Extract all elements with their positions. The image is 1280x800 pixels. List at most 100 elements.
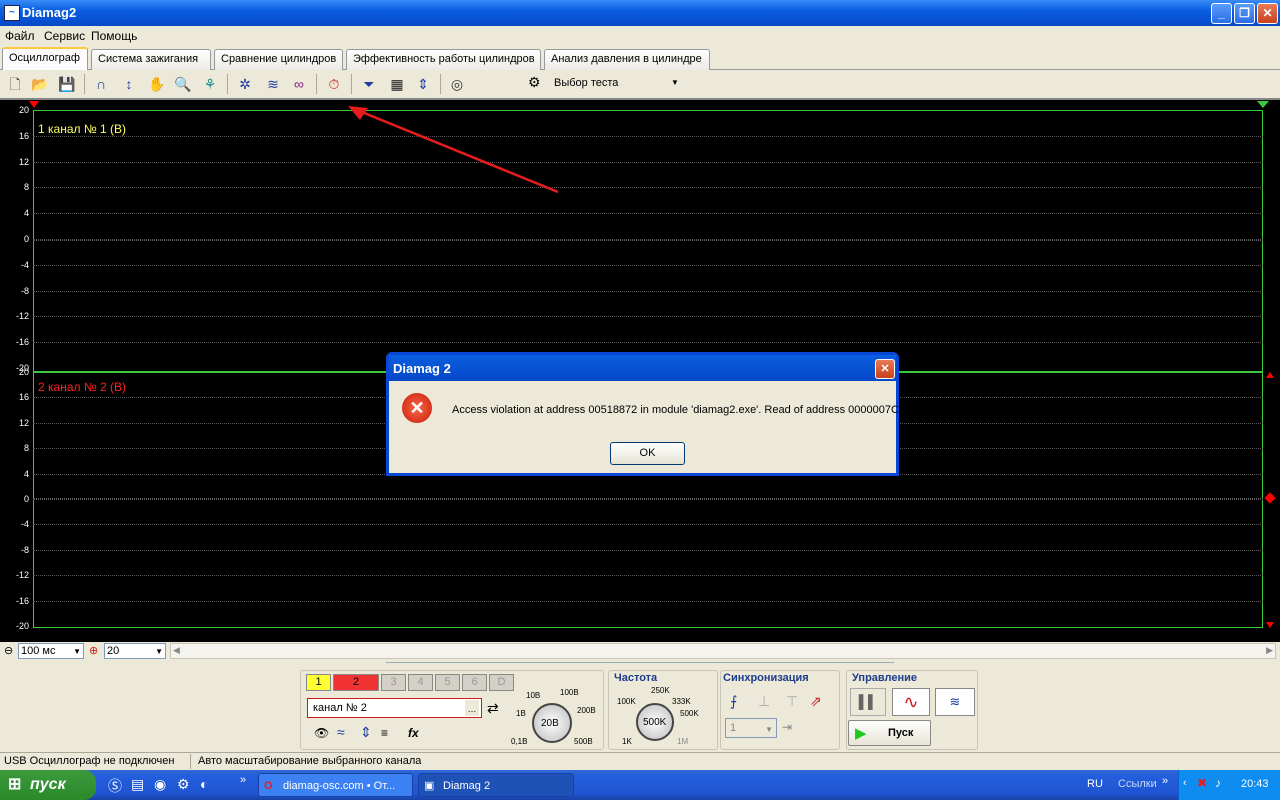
single-wave-button[interactable]: ∿	[892, 688, 930, 716]
function-icon[interactable]: fx	[408, 726, 419, 740]
measure-curve-icon[interactable]: ∩	[90, 73, 112, 95]
y-tick-label: 0	[23, 234, 29, 244]
menu-file[interactable]: Файл	[5, 29, 35, 43]
tab-oscilloscope[interactable]: Осциллограф	[2, 47, 88, 71]
rising-edge-icon[interactable]: ⨍	[730, 693, 737, 710]
y-tick-label: -8	[20, 285, 29, 296]
zero-line-1	[33, 240, 1263, 241]
start-button[interactable]: ▶ Пуск	[848, 720, 931, 746]
vertical-scale-icon[interactable]: ↕	[118, 73, 140, 95]
start-button-os[interactable]: ⊞ пуск	[0, 770, 96, 800]
eye-icon[interactable]: 👁	[314, 726, 329, 740]
ellipsis-icon[interactable]: …	[465, 700, 479, 716]
zoom-icon[interactable]: 🔍	[172, 73, 194, 95]
waves-icon[interactable]: ≋	[262, 73, 284, 95]
maximize-button[interactable]: ❐	[1234, 3, 1255, 24]
dialog-close-button[interactable]: ✕	[875, 359, 895, 379]
multi-wave-button[interactable]: ≋	[935, 688, 975, 716]
dashed-lines-icon[interactable]: ≡	[381, 726, 388, 740]
test-select[interactable]: ⚙ Выбор теста ▼	[528, 73, 685, 95]
auto-icon[interactable]: ◎	[446, 73, 468, 95]
time-base-select[interactable]: 100 мс ▼	[18, 643, 84, 659]
menu-bar: Файл Сервис Помощь	[0, 26, 1280, 46]
tab-cylinder-compare[interactable]: Сравнение цилиндров	[214, 49, 343, 70]
pause-button[interactable]: ▌▌	[850, 688, 886, 716]
scroll-right-icon[interactable]: ▶	[1266, 645, 1273, 656]
edge-down-icon[interactable]: ⊤	[786, 693, 798, 710]
zoom-out-icon[interactable]: ⊖	[4, 644, 13, 657]
updown-icon[interactable]: ⇕	[360, 724, 372, 741]
freq-label-1k: 1K	[622, 737, 632, 746]
menu-help[interactable]: Помощь	[91, 29, 137, 43]
channel-link-icon[interactable]: ⇄	[487, 700, 499, 717]
ok-button[interactable]: OK	[610, 442, 685, 465]
zoom-in-icon[interactable]: ⊕	[89, 644, 98, 657]
tray-expand-icon[interactable]: ‹	[1183, 777, 1187, 789]
links-more-icon[interactable]: »	[1162, 775, 1168, 787]
signal-tree-icon[interactable]: ⚘	[199, 73, 221, 95]
open-folder-icon[interactable]: 📂	[29, 73, 51, 95]
auto-scale-icon[interactable]: ⏱	[323, 73, 345, 95]
network-icon[interactable]: ✖	[1197, 776, 1207, 790]
channel-button-1[interactable]: 1	[306, 674, 331, 691]
panel-splitter[interactable]	[386, 662, 894, 668]
channel2-top-marker[interactable]	[1266, 372, 1274, 378]
edge-up-icon[interactable]: ⊥	[758, 693, 770, 710]
y-tick-label: 20	[18, 367, 29, 377]
language-indicator[interactable]: RU	[1087, 778, 1103, 790]
horizontal-scrollbar[interactable]: ◀ ▶	[170, 643, 1276, 659]
sync-arrows-icon[interactable]: ⇥	[782, 720, 792, 734]
channel-button-5[interactable]: 5	[435, 674, 460, 691]
filter-icon[interactable]: ⏷	[358, 73, 380, 95]
volume-icon[interactable]: ♪	[1215, 776, 1221, 790]
save-icon[interactable]: 💾	[56, 73, 78, 95]
volt-label-200v: 200В	[577, 706, 596, 715]
signal-noise-icon[interactable]: ≈	[337, 724, 345, 740]
y-tick-label: 4	[23, 208, 29, 219]
volt-label-01v: 0,1В	[511, 737, 528, 746]
channel-button-3[interactable]: 3	[381, 674, 406, 691]
channel-button-6[interactable]: 6	[462, 674, 487, 691]
right-marker[interactable]	[1257, 101, 1269, 108]
y-tick-label: -20	[15, 621, 29, 631]
cursor-icon[interactable]: ✲	[234, 73, 256, 95]
task-diamag[interactable]: ▣ Diamag 2	[418, 773, 574, 797]
quicklaunch-browser-icon[interactable]: ◐	[200, 776, 208, 792]
quicklaunch-firefox-icon[interactable]: ◉	[154, 776, 166, 793]
channel2-bottom-marker[interactable]	[1266, 622, 1274, 628]
channel-select[interactable]: канал № 2 …	[307, 698, 482, 718]
quicklaunch-skype-icon[interactable]: Ⓢ	[108, 776, 122, 796]
split-icon[interactable]: ⇕	[412, 73, 434, 95]
tab-pressure-analysis[interactable]: Анализ давления в цилиндре	[544, 49, 710, 70]
channel-button-4[interactable]: 4	[408, 674, 433, 691]
new-file-icon[interactable]: 🗋	[4, 73, 26, 95]
hand-pan-icon[interactable]: ✋	[146, 73, 168, 95]
task-opera[interactable]: O diamag-osc.com • От...	[258, 773, 413, 797]
sync-cursor-icon[interactable]: ⇗	[810, 693, 822, 710]
sync-channel-select[interactable]: 1 ▼	[725, 718, 777, 738]
left-marker[interactable]	[29, 101, 39, 108]
quicklaunch-settings-icon[interactable]: ⚙	[177, 776, 190, 793]
menu-service[interactable]: Сервис	[44, 29, 85, 43]
channel2-zero-marker[interactable]	[1264, 492, 1276, 504]
annotation-arrow	[348, 106, 559, 194]
tab-cylinder-efficiency[interactable]: Эффективность работы цилиндров	[346, 49, 541, 70]
close-button[interactable]: ✕	[1257, 3, 1278, 24]
tab-ignition[interactable]: Система зажигания	[91, 49, 211, 70]
grid-line	[33, 575, 1263, 577]
channel-button-d[interactable]: D	[489, 674, 514, 691]
zoom-select[interactable]: 20 ▼	[104, 643, 166, 659]
quicklaunch-doc-icon[interactable]: ▤	[131, 776, 144, 793]
channel-button-2[interactable]: 2	[333, 674, 379, 691]
zoom-value: 20	[107, 645, 120, 657]
scroll-left-icon[interactable]: ◀	[173, 645, 180, 656]
grid-icon[interactable]: ▦	[386, 73, 408, 95]
links-toolbar[interactable]: Ссылки	[1118, 778, 1157, 790]
y-tick-label: 0	[23, 494, 29, 504]
minimize-button[interactable]: _	[1211, 3, 1232, 24]
overlay-waves-icon[interactable]: ∞	[288, 73, 310, 95]
y-tick-label: -16	[15, 337, 29, 348]
quicklaunch-more-icon[interactable]: »	[240, 774, 246, 786]
chevron-down-icon: ▼	[155, 647, 163, 656]
y-tick-label: 16	[18, 130, 29, 141]
